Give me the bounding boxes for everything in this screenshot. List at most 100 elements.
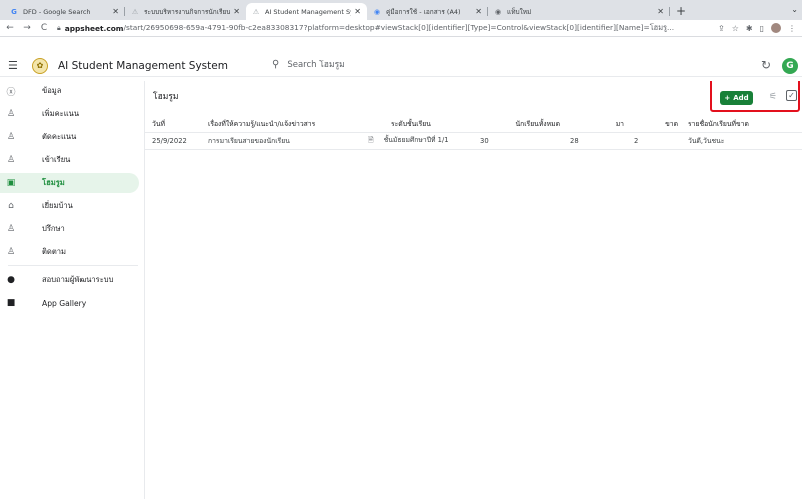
sidebar-item-homeroom[interactable]: ▣ โฮมรูม: [0, 173, 139, 193]
tab-label: DFD - Google Search: [23, 7, 91, 16]
app-logo-icon: ✿: [32, 57, 48, 74]
new-tab-button[interactable]: +: [676, 4, 686, 18]
sidebar-item-label: เยี่ยมบ้าน: [42, 201, 73, 210]
sidebar-item-add-score[interactable]: ♙ เพิ่มคะแนน: [0, 104, 139, 124]
table-header-row: วันที่ เรื่องที่ให้ความรู้/แนะนำ/แจ้งข่า…: [145, 115, 802, 133]
follow-icon: ♙: [6, 247, 16, 257]
tab-search-icon[interactable]: ⌄: [791, 5, 798, 14]
sync-icon[interactable]: ↻: [761, 58, 771, 72]
close-tab-icon[interactable]: ✕: [475, 7, 482, 16]
browser-tab[interactable]: ⚠ ระบบบริหารงานกิจการนักเรียน ... ✕: [125, 3, 246, 20]
data-table: วันที่ เรื่องที่ให้ความรู้/แนะนำ/แจ้งข่า…: [145, 115, 802, 150]
browser-tab[interactable]: ◉ คู่มือการใช้ - เอกสาร (A4) ✕: [367, 3, 488, 20]
sidebar-item-label: เข้าเรียน: [42, 155, 71, 164]
back-icon[interactable]: ←: [3, 23, 17, 33]
sidebar-item-info[interactable]: ⓧ ข้อมูล: [0, 81, 139, 101]
column-header-absent-names[interactable]: รายชื่อนักเรียนที่ขาด: [681, 115, 802, 133]
add-button-label: Add: [733, 94, 749, 102]
side-panel-icon[interactable]: ▯: [760, 24, 764, 33]
person-check-icon: ♙: [6, 155, 16, 165]
column-header-total-students[interactable]: นักเรียนทั้งหมด: [473, 115, 563, 133]
column-header-absent[interactable]: ขาด: [627, 115, 681, 133]
cell-class-level-wrap: 🗎︎ ชั้นมัธยมศึกษาปีที่ 1/1: [361, 132, 473, 150]
person-remove-icon: ♙: [6, 132, 16, 142]
search-input[interactable]: [287, 59, 408, 70]
filter-icon[interactable]: ⚟: [769, 92, 777, 102]
url-host: appsheet.com: [64, 23, 124, 33]
browser-tab-strip: G DFD - Google Search ✕ ⚠ ระบบบริหารงานก…: [0, 0, 802, 20]
sidebar-item-label: ตัดคะแนน: [42, 132, 77, 141]
browser-tab[interactable]: G DFD - Google Search ✕: [4, 3, 125, 20]
plus-icon: +: [724, 94, 731, 102]
column-header-topic[interactable]: เรื่องที่ให้ความรู้/แนะนำ/แจ้งข่าวสาร: [201, 115, 361, 133]
close-tab-icon[interactable]: ✕: [233, 7, 240, 16]
tab-favicon-icon: ⚠: [252, 7, 260, 16]
column-header-present[interactable]: มา: [563, 115, 627, 133]
sidebar-item-label: เพิ่มคะแนน: [42, 109, 80, 118]
browser-tab[interactable]: ◉ แท็บใหม่ ✕: [488, 3, 670, 20]
tab-label: คู่มือการใช้ - เอกสาร (A4): [386, 7, 461, 16]
sidebar-item-label: ติดตาม: [42, 247, 67, 256]
sidebar-item-label: ข้อมูล: [42, 86, 62, 95]
tab-label: แท็บใหม่: [507, 7, 532, 16]
view-title: โฮมรูม: [153, 92, 179, 102]
cell-absent: 2: [627, 132, 681, 150]
app-header: ☰ ✿ AI Student Management System ⚲ ↻ G: [0, 55, 802, 77]
reload-icon[interactable]: C: [37, 23, 51, 33]
sidebar-item-deduct-score[interactable]: ♙ ตัดคะแนน: [0, 127, 139, 147]
sidebar-item-label: App Gallery: [42, 298, 87, 308]
cell-absent-names: วันดี,วันชนะ: [681, 132, 802, 150]
sidebar-item-label: สอบถามผู้พัฒนาระบบ: [42, 275, 114, 284]
info-circle-icon: ⓧ: [6, 87, 16, 98]
close-tab-icon[interactable]: ✕: [112, 7, 119, 16]
main-content: โฮมรูม + Add ⚟ ✓ วันที่ เรื่องที่ให้ความ…: [145, 81, 802, 499]
home-visit-icon: ⌂: [8, 201, 14, 211]
sidebar-item-label: โฮมรูม: [42, 178, 65, 187]
sidebar-item-attendance[interactable]: ♙ เข้าเรียน: [0, 150, 139, 170]
sidebar: ⓧ ข้อมูล ♙ เพิ่มคะแนน ♙ ตัดคะแนน ♙ เข้าเ…: [0, 81, 145, 499]
column-header-date[interactable]: วันที่: [145, 115, 201, 133]
sidebar-item-home-visit[interactable]: ⌂ เยี่ยมบ้าน: [0, 196, 139, 216]
tab-favicon-icon: ⚠: [131, 7, 139, 16]
counsel-icon: ♙: [6, 224, 16, 234]
chrome-menu-icon[interactable]: ⋮: [788, 24, 796, 33]
classroom-icon: ▣: [6, 178, 16, 188]
column-header-class-level[interactable]: ระดับชั้นเรียน: [361, 115, 473, 133]
forward-icon[interactable]: →: [20, 23, 34, 33]
select-checkbox-icon[interactable]: ✓: [786, 90, 797, 101]
url-field[interactable]: 🔒︎ appsheet.com /start/26950698-659a-479…: [57, 22, 712, 35]
tab-label: AI Student Management Syste: [265, 7, 351, 16]
address-bar: ← → C 🔒︎ appsheet.com /start/26950698-65…: [0, 20, 802, 37]
sidebar-item-app-gallery[interactable]: ■ App Gallery: [0, 293, 139, 313]
app-gallery-icon: ■: [6, 298, 16, 308]
document-icon: 🗎︎: [368, 136, 374, 144]
app-search: ⚲: [272, 59, 408, 70]
sidebar-item-follow[interactable]: ♙ ติดตาม: [0, 242, 139, 262]
user-avatar[interactable]: G: [782, 58, 798, 74]
lock-icon: 🔒︎: [57, 23, 61, 32]
profile-avatar-icon[interactable]: [771, 23, 781, 33]
app-title: AI Student Management System: [58, 59, 228, 72]
google-favicon-icon: G: [11, 7, 17, 16]
sidebar-item-label: ปรึกษา: [42, 224, 65, 233]
sidebar-item-counsel[interactable]: ♙ ปรึกษา: [0, 219, 139, 239]
sidebar-divider: [8, 265, 138, 266]
share-icon[interactable]: ⇪: [718, 24, 725, 33]
chrome-favicon-icon: ◉: [494, 7, 502, 16]
cell-class-level: ชั้นมัธยมศึกษาปีที่ 1/1: [383, 136, 449, 144]
sidebar-item-contact-developer[interactable]: ● สอบถามผู้พัฒนาระบบ: [0, 270, 139, 290]
add-button[interactable]: + Add: [720, 91, 753, 105]
help-icon: ●: [7, 275, 15, 285]
menu-icon[interactable]: ☰: [8, 59, 20, 72]
close-tab-icon[interactable]: ✕: [354, 7, 361, 16]
cell-present: 28: [563, 132, 627, 150]
close-tab-icon[interactable]: ✕: [657, 7, 664, 16]
search-icon: ⚲: [272, 59, 280, 70]
table-row[interactable]: 25/9/2022 การมาเรียนสายของนักเรียน 🗎︎ ชั้…: [145, 132, 802, 150]
extensions-icon[interactable]: ✱: [746, 24, 753, 33]
cell-total-students: 30: [473, 132, 563, 150]
bookmark-star-icon[interactable]: ☆: [732, 24, 739, 33]
browser-tab-active[interactable]: ⚠ AI Student Management Syste ✕: [246, 3, 367, 20]
url-path: /start/26950698-659a-4791-90fb-c2ea83308…: [123, 23, 675, 32]
tab-label: ระบบบริหารงานกิจการนักเรียน ...: [144, 7, 231, 16]
